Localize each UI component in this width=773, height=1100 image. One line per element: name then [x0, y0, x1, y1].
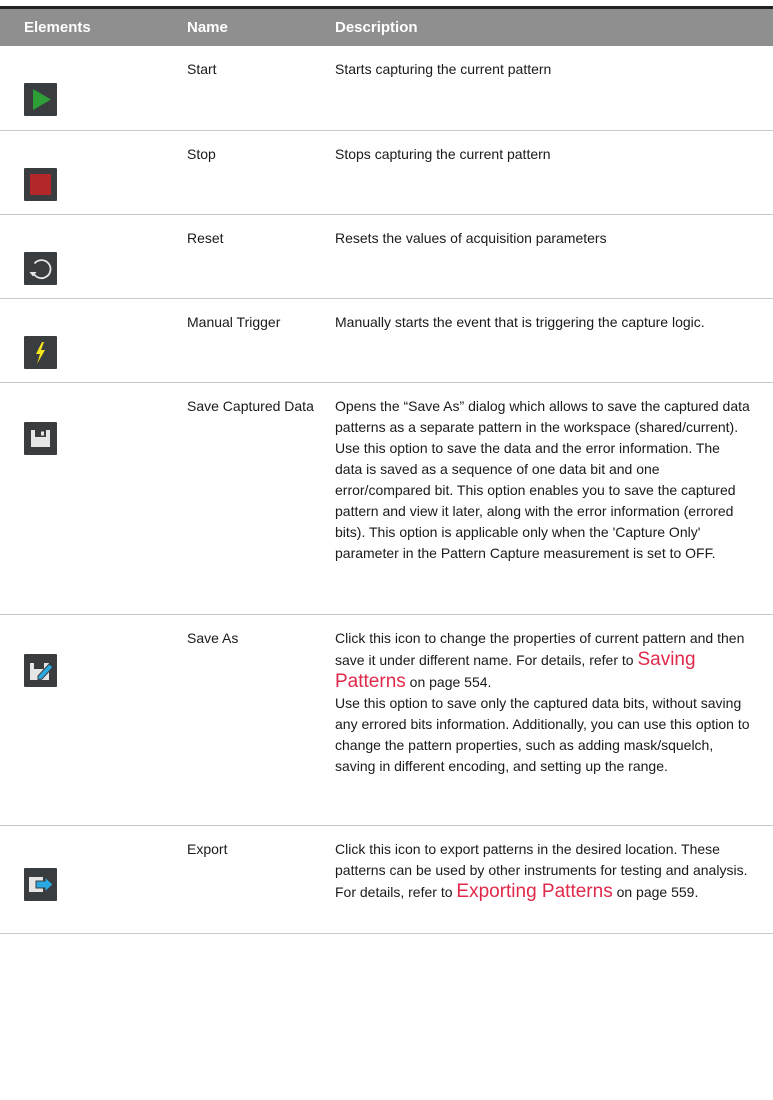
table-row-save-captured-data: Save Captured Data Opens the “Save As” d…	[0, 382, 773, 614]
stop-icon[interactable]	[24, 167, 57, 201]
table-row-start: Start Starts capturing the current patte…	[0, 46, 773, 130]
exporting-patterns-link[interactable]: Exporting Patterns	[456, 881, 612, 902]
description-paragraph: Use this option to save only the capture…	[335, 694, 750, 774]
save-as-icon[interactable]	[24, 653, 57, 687]
row-name: Start	[187, 61, 217, 77]
description-paragraph: Opens the “Save As” dialog which allows …	[335, 397, 750, 435]
reset-icon[interactable]	[24, 251, 57, 285]
page-reference: on page 559.	[612, 883, 699, 900]
row-description: Manually starts the event that is trigge…	[335, 313, 705, 330]
row-description: Opens the “Save As” dialog which allows …	[335, 382, 773, 614]
row-name: Stop	[187, 145, 216, 162]
header-name: Name	[187, 19, 228, 36]
row-description: Starts capturing the current pattern	[335, 61, 552, 77]
play-icon[interactable]	[24, 83, 57, 116]
row-description: Stops capturing the current pattern	[335, 145, 551, 162]
header-description: Description	[335, 19, 418, 36]
description-paragraph: Use this option to save the data and the…	[335, 439, 736, 561]
lightning-icon[interactable]	[24, 335, 57, 369]
table-row-save-as: Save As Click this icon to change the pr…	[0, 614, 773, 825]
elements-table: Elements Name Description Start Starts c…	[0, 6, 773, 934]
table-row-stop: Stop Stops capturing the current pattern	[0, 130, 773, 214]
table-row-export: Export Click this icon to export pattern…	[0, 825, 773, 933]
row-name: Save Captured Data	[187, 397, 314, 414]
table-row-reset: Reset Resets the values of acquisition p…	[0, 214, 773, 298]
row-name: Reset	[187, 229, 224, 246]
table-row-manual-trigger: Manual Trigger Manually starts the event…	[0, 298, 773, 382]
row-description: Click this icon to export patterns in th…	[335, 825, 773, 933]
save-icon[interactable]	[24, 421, 57, 455]
export-icon[interactable]	[24, 867, 57, 901]
row-name: Manual Trigger	[187, 313, 281, 330]
page-reference: on page 554.	[405, 673, 492, 690]
header-elements: Elements	[24, 19, 91, 36]
row-description: Resets the values of acquisition paramet…	[335, 229, 607, 246]
row-description: Click this icon to change the properties…	[335, 614, 773, 825]
document-page: Elements Name Description Start Starts c…	[0, 0, 773, 1100]
row-name: Save As	[187, 629, 239, 646]
row-name: Export	[187, 840, 228, 857]
table-header-row: Elements Name Description	[0, 7, 773, 46]
